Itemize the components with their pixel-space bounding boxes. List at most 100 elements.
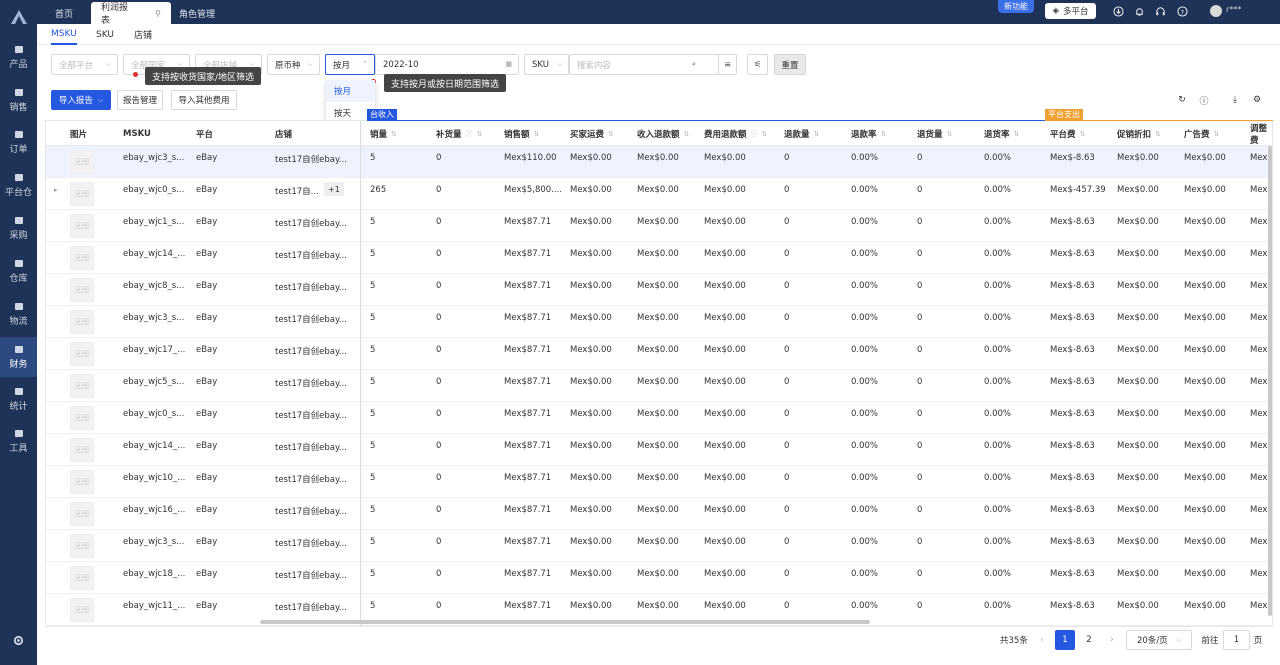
refresh-icon[interactable]: ↻ <box>1177 95 1187 105</box>
col-restock[interactable]: 补货量 ⓘ ⇅ <box>436 121 482 146</box>
msku-cell[interactable]: ebay_wjc14_... <box>123 441 185 451</box>
sort-icon[interactable]: ⇅ <box>1014 130 1020 138</box>
table-row[interactable]: 无图 ebay_wjc8_s... eBay test17自创ebay... 5 0 Mex… <box>46 274 1272 306</box>
sidebar-item-platform-warehouse[interactable]: 平台仓 <box>0 165 37 205</box>
col-promo-discount[interactable]: 促销折扣 ⇅ <box>1117 121 1161 146</box>
currency-select[interactable]: 原币种 ⌵ <box>267 54 320 75</box>
table-row[interactable]: 无图 ebay_wjc14_... eBay test17自创ebay... 5 0 Mex… <box>46 434 1272 466</box>
settings-gear-icon[interactable] <box>0 628 37 652</box>
tab-home[interactable]: 首页 <box>45 2 83 24</box>
sidebar-item-logistics[interactable]: 物流 <box>0 294 37 334</box>
msku-cell[interactable]: ebay_wjc3_s... <box>123 313 184 323</box>
sidebar-item-finance[interactable]: 财务 <box>0 337 37 377</box>
col-ad-fee[interactable]: 广告费 ⇅ <box>1184 121 1219 146</box>
sort-icon[interactable]: ⇅ <box>1155 130 1161 138</box>
expand-row-icon[interactable]: ▸ <box>54 186 58 194</box>
search-input[interactable]: 搜索内容 ⌕ <box>569 54 719 75</box>
help-icon[interactable]: ? <box>1176 5 1188 17</box>
msku-cell[interactable]: ebay_wjc17_... <box>123 345 185 355</box>
sidebar-item-sales[interactable]: 销售 <box>0 80 37 120</box>
sort-icon[interactable]: ⇅ <box>684 130 690 138</box>
page-size-select[interactable]: 20条/页 ⌵ <box>1126 630 1192 650</box>
table-row[interactable]: 无图 ebay_wjc0_s... eBay test17自创ebay... 5 0 Mex… <box>46 402 1272 434</box>
new-feature-badge[interactable]: 新功能 <box>998 0 1034 13</box>
sort-icon[interactable]: ⇅ <box>391 130 397 138</box>
table-row[interactable]: 无图 ebay_wjc3_s... eBay test17自创ebay... 5 0 Mex… <box>46 146 1272 178</box>
col-msku[interactable]: MSKU <box>123 121 151 146</box>
info-icon[interactable]: ⓘ <box>751 129 758 139</box>
msku-cell[interactable]: ebay_wjc8_s... <box>123 281 184 291</box>
sort-icon[interactable]: ⇅ <box>881 130 887 138</box>
sort-icon[interactable]: ⇅ <box>762 130 768 138</box>
col-return-rate[interactable]: 退货率 ⇅ <box>984 121 1019 146</box>
table-row[interactable]: 无图 ebay_wjc14_... eBay test17自创ebay... 5 0 Mex… <box>46 242 1272 274</box>
sort-icon[interactable]: ⇅ <box>534 130 540 138</box>
col-return-qty[interactable]: 退货量 ⇅ <box>917 121 952 146</box>
search-type-select[interactable]: SKU ⌵ <box>524 54 569 75</box>
col-platform-fee[interactable]: 平台费 ⇅ <box>1050 121 1085 146</box>
filter-settings-icon[interactable]: ⚟ <box>747 54 768 75</box>
col-income-refund[interactable]: 收入退款额 ⇅ <box>637 121 689 146</box>
col-platform[interactable]: 平台 <box>196 121 213 146</box>
period-type-select[interactable]: 按月 ⌃ <box>325 54 375 75</box>
msku-cell[interactable]: ebay_wjc0_s... <box>123 185 184 195</box>
msku-cell[interactable]: ebay_wjc16_... <box>123 505 185 515</box>
headset-icon[interactable] <box>1154 5 1166 17</box>
table-row[interactable]: 无图 ebay_wjc3_s... eBay test17自创ebay... 5 0 Mex… <box>46 306 1272 338</box>
info-icon[interactable]: ⓘ <box>466 129 473 139</box>
col-adjust-fee[interactable]: 调整费 <box>1250 121 1272 146</box>
import-other-fees-button[interactable]: 导入其他费用 <box>171 90 237 110</box>
msku-cell[interactable]: ebay_wjc3_s... <box>123 153 184 163</box>
horizontal-scrollbar[interactable] <box>260 620 870 624</box>
pin-icon[interactable]: ⚲ <box>155 9 161 18</box>
sidebar-item-order[interactable]: 订单 <box>0 122 37 162</box>
col-fee-refund[interactable]: 费用退款额 ⓘ ⇅ <box>704 121 767 146</box>
username[interactable]: r*** <box>1226 5 1241 14</box>
sort-icon[interactable]: ⇅ <box>947 130 953 138</box>
reset-button[interactable]: 重置 <box>774 54 806 75</box>
table-row[interactable]: 无图 ebay_wjc18_... eBay test17自创ebay... 5 0 Mex… <box>46 562 1272 594</box>
report-manage-button[interactable]: 报告管理 <box>117 90 163 110</box>
app-logo[interactable] <box>0 0 37 34</box>
sidebar-item-product[interactable]: 产品 <box>0 37 37 77</box>
table-row[interactable]: 无图 ebay_wjc17_... eBay test17自创ebay... 5 0 Mex… <box>46 338 1272 370</box>
month-picker[interactable]: 2022-10 ▦ <box>375 54 519 75</box>
msku-cell[interactable]: ebay_wjc1_s... <box>123 217 184 227</box>
page-2-button[interactable]: 2 <box>1079 630 1099 650</box>
goto-page-input[interactable]: 1 <box>1223 630 1250 650</box>
tab-profit-report[interactable]: 利润报表 ⚲ <box>91 2 171 26</box>
col-sales-qty[interactable]: 销量 ⇅ <box>370 121 397 146</box>
subtab-store[interactable]: 店铺 <box>134 24 152 45</box>
bell-icon[interactable] <box>1133 5 1145 17</box>
msku-cell[interactable]: ebay_wjc14_... <box>123 249 185 259</box>
table-row[interactable]: 无图 ebay_wjc10_... eBay test17自创ebay... 5 0 Mex… <box>46 466 1272 498</box>
sidebar-item-purchase[interactable]: 采购 <box>0 208 37 248</box>
column-settings-icon[interactable]: ⚙ <box>1252 95 1262 105</box>
sort-icon[interactable]: ⇅ <box>1214 130 1220 138</box>
col-buyer-shipping[interactable]: 买家运费 ⇅ <box>570 121 614 146</box>
table-row[interactable]: 无图 ebay_wjc3_s... eBay test17自创ebay... 5 0 Mex… <box>46 530 1272 562</box>
more-stores-badge[interactable]: +1 <box>324 182 344 196</box>
col-store[interactable]: 店铺 <box>275 121 292 146</box>
prev-page-icon[interactable]: ‹ <box>1033 630 1051 650</box>
table-row[interactable]: 无图 ebay_wjc1_s... eBay test17自创ebay... 5 0 Mex… <box>46 210 1272 242</box>
msku-cell[interactable]: ebay_wjc3_s... <box>123 537 184 547</box>
tab-role-management[interactable]: 角色管理 <box>169 2 225 24</box>
table-row[interactable]: 无图 ebay_wjc16_... eBay test17自创ebay... 5 0 Mex… <box>46 498 1272 530</box>
sort-icon[interactable]: ⇅ <box>477 130 483 138</box>
search-icon[interactable]: ⌕ <box>692 60 696 69</box>
msku-cell[interactable]: ebay_wjc11_... <box>123 601 185 611</box>
sort-icon[interactable]: ⇅ <box>1080 130 1086 138</box>
sidebar-item-stats[interactable]: 统计 <box>0 379 37 419</box>
msku-cell[interactable]: ebay_wjc5_s... <box>123 377 184 387</box>
sidebar-item-tools[interactable]: 工具 <box>0 421 37 461</box>
col-refund-qty[interactable]: 退款量 ⇅ <box>784 121 819 146</box>
sort-icon[interactable]: ⇅ <box>814 130 820 138</box>
msku-cell[interactable]: ebay_wjc10_... <box>123 473 185 483</box>
col-refund-rate[interactable]: 退款率 ⇅ <box>851 121 886 146</box>
help-circle-icon[interactable]: ⓘ <box>1199 95 1209 107</box>
msku-cell[interactable]: ebay_wjc18_... <box>123 569 185 579</box>
sidebar-item-warehouse[interactable]: 仓库 <box>0 251 37 291</box>
batch-search-icon[interactable]: ≡ <box>718 54 737 75</box>
col-sales-amount[interactable]: 销售额 ⇅ <box>504 121 539 146</box>
